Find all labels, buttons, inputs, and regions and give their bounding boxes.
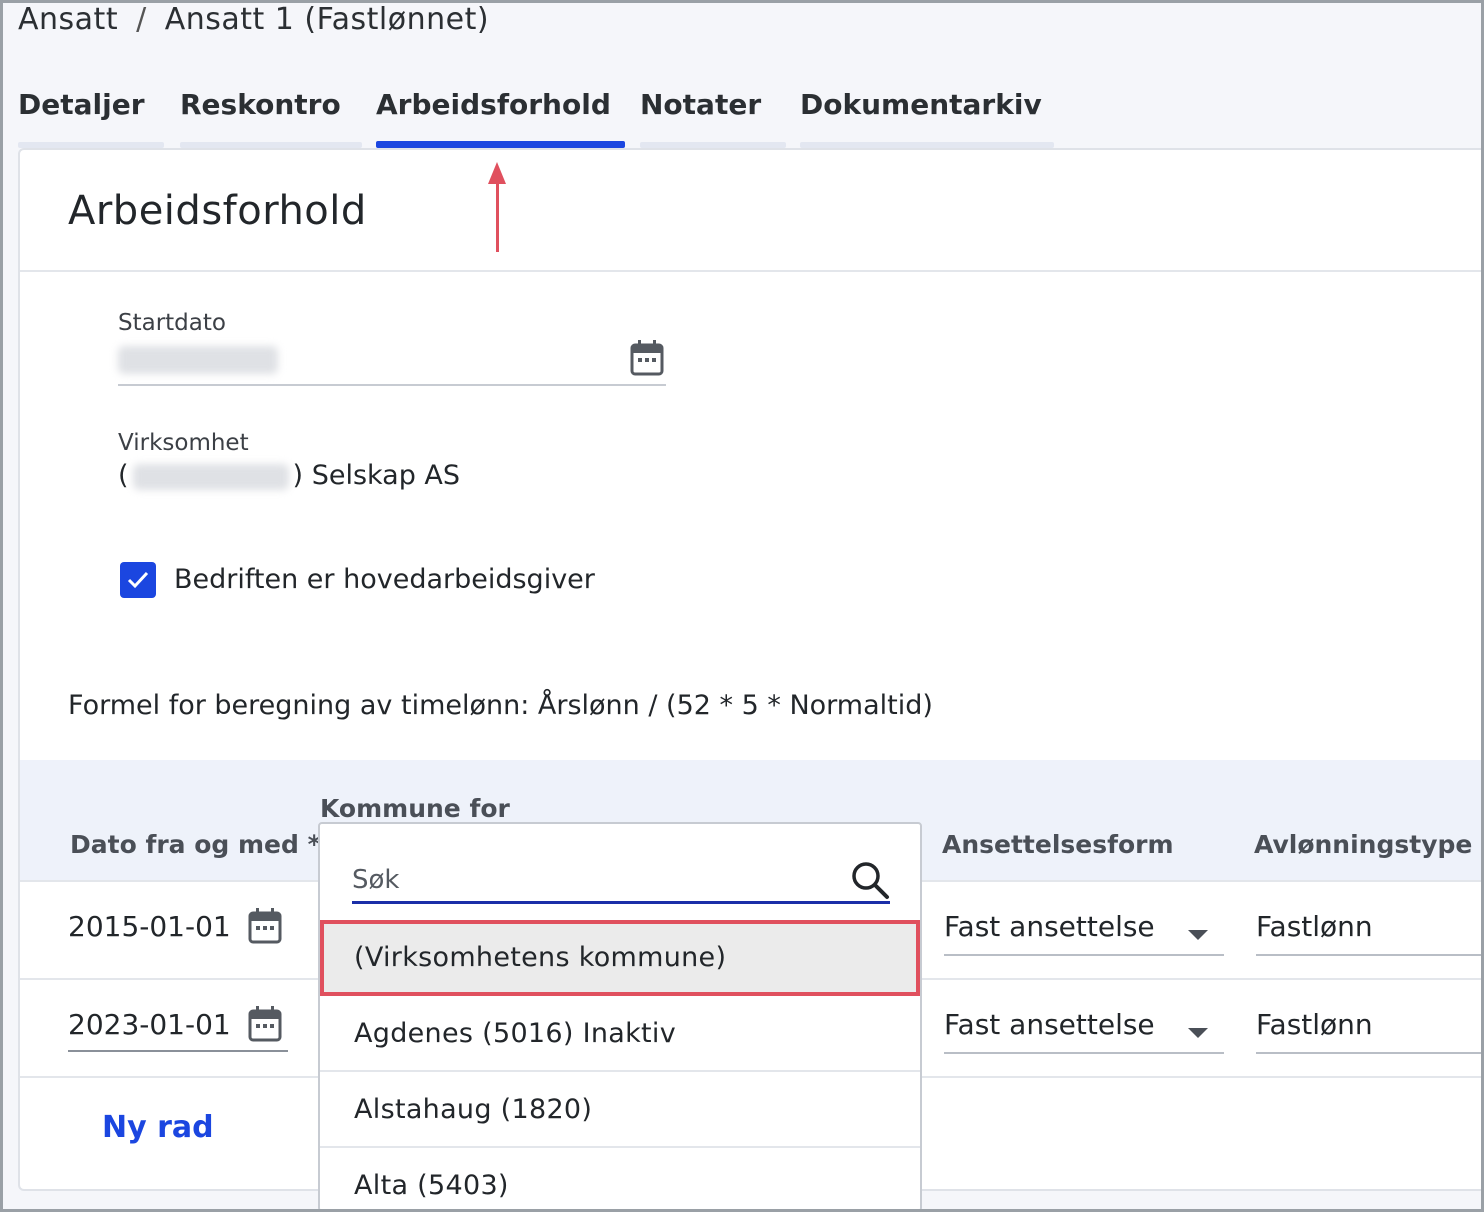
redacted-value: [118, 346, 278, 374]
startdato-field[interactable]: [118, 336, 666, 386]
tab-label: Detaljer: [18, 88, 145, 121]
field-underline: [944, 954, 1224, 956]
tab-dokumentarkiv[interactable]: Dokumentarkiv: [800, 88, 1054, 148]
row1-dato[interactable]: 2015-01-01: [68, 910, 231, 943]
chevron-down-icon[interactable]: [1188, 930, 1208, 940]
redacted-org-number: [132, 463, 289, 490]
calendar-icon[interactable]: [630, 340, 664, 376]
chevron-down-icon[interactable]: [1188, 1028, 1208, 1038]
calendar-icon[interactable]: [248, 1006, 282, 1042]
tab-notater[interactable]: Notater: [640, 88, 786, 148]
tab-label: Reskontro: [180, 88, 341, 121]
formula-text: Formel for beregning av timelønn: Årsløn…: [68, 690, 933, 721]
dropdown-option-agdenes[interactable]: Agdenes (5016) Inaktiv: [320, 996, 920, 1072]
tab-arbeidsforhold[interactable]: Arbeidsforhold: [376, 88, 625, 148]
row1-avlonningstype-select[interactable]: Fastlønn: [1256, 910, 1373, 943]
startdato-label: Startdato: [118, 310, 226, 336]
kommune-dropdown: (Virksomhetens kommune) Agdenes (5016) I…: [318, 822, 922, 1212]
tab-label: Arbeidsforhold: [376, 88, 611, 121]
paren-open: (: [118, 460, 129, 491]
paren-close: ): [292, 460, 304, 491]
field-underline: [1256, 954, 1484, 956]
breadcrumb-separator: /: [136, 2, 147, 37]
calendar-icon[interactable]: [248, 908, 282, 944]
page-title: Arbeidsforhold: [68, 188, 367, 234]
breadcrumb-current: Ansatt 1 (Fastlønnet): [164, 2, 490, 37]
tab-reskontro[interactable]: Reskontro: [180, 88, 362, 148]
field-underline: [944, 1052, 1224, 1054]
dropdown-option-virksomhetens-kommune[interactable]: (Virksomhetens kommune): [320, 920, 920, 996]
search-icon[interactable]: [850, 860, 890, 900]
add-row-button[interactable]: Ny rad: [102, 1110, 214, 1145]
tab-label: Dokumentarkiv: [800, 88, 1042, 121]
annotation-arrow-up-icon: [488, 162, 506, 254]
row2-dato[interactable]: 2023-01-01: [68, 1008, 231, 1041]
virksomhet-name: Selskap AS: [311, 460, 461, 491]
virksomhet-label: Virksomhet: [118, 430, 249, 456]
header-avlonningstype: Avlønningstype: [1254, 830, 1473, 859]
search-field[interactable]: [352, 854, 890, 904]
breadcrumb: Ansatt / Ansatt 1 (Fastlønnet): [18, 2, 489, 37]
tab-detaljer[interactable]: Detaljer: [18, 88, 164, 148]
tab-label: Notater: [640, 88, 762, 121]
field-underline: [1256, 1052, 1484, 1054]
virksomhet-value: () Selskap AS: [118, 460, 460, 491]
tab-active-underline: [376, 141, 625, 148]
hovedarbeidsgiver-checkbox[interactable]: [120, 562, 156, 598]
dropdown-option-alstahaug[interactable]: Alstahaug (1820): [320, 1072, 920, 1148]
dropdown-option-alta[interactable]: Alta (5403): [320, 1148, 920, 1210]
hovedarbeidsgiver-label: Bedriften er hovedarbeidsgiver: [174, 564, 595, 595]
row2-ansettelsesform-select[interactable]: Fast ansettelse: [944, 1008, 1155, 1041]
header-kommune: Kommune for: [320, 794, 510, 823]
search-input[interactable]: [352, 860, 832, 900]
divider: [20, 270, 1484, 272]
header-ansettelsesform: Ansettelsesform: [942, 830, 1174, 859]
breadcrumb-parent[interactable]: Ansatt: [18, 2, 118, 37]
header-dato: Dato fra og med *: [70, 830, 321, 859]
row2-avlonningstype-select[interactable]: Fastlønn: [1256, 1008, 1373, 1041]
row1-ansettelsesform-select[interactable]: Fast ansettelse: [944, 910, 1155, 943]
field-underline: [68, 1050, 288, 1052]
